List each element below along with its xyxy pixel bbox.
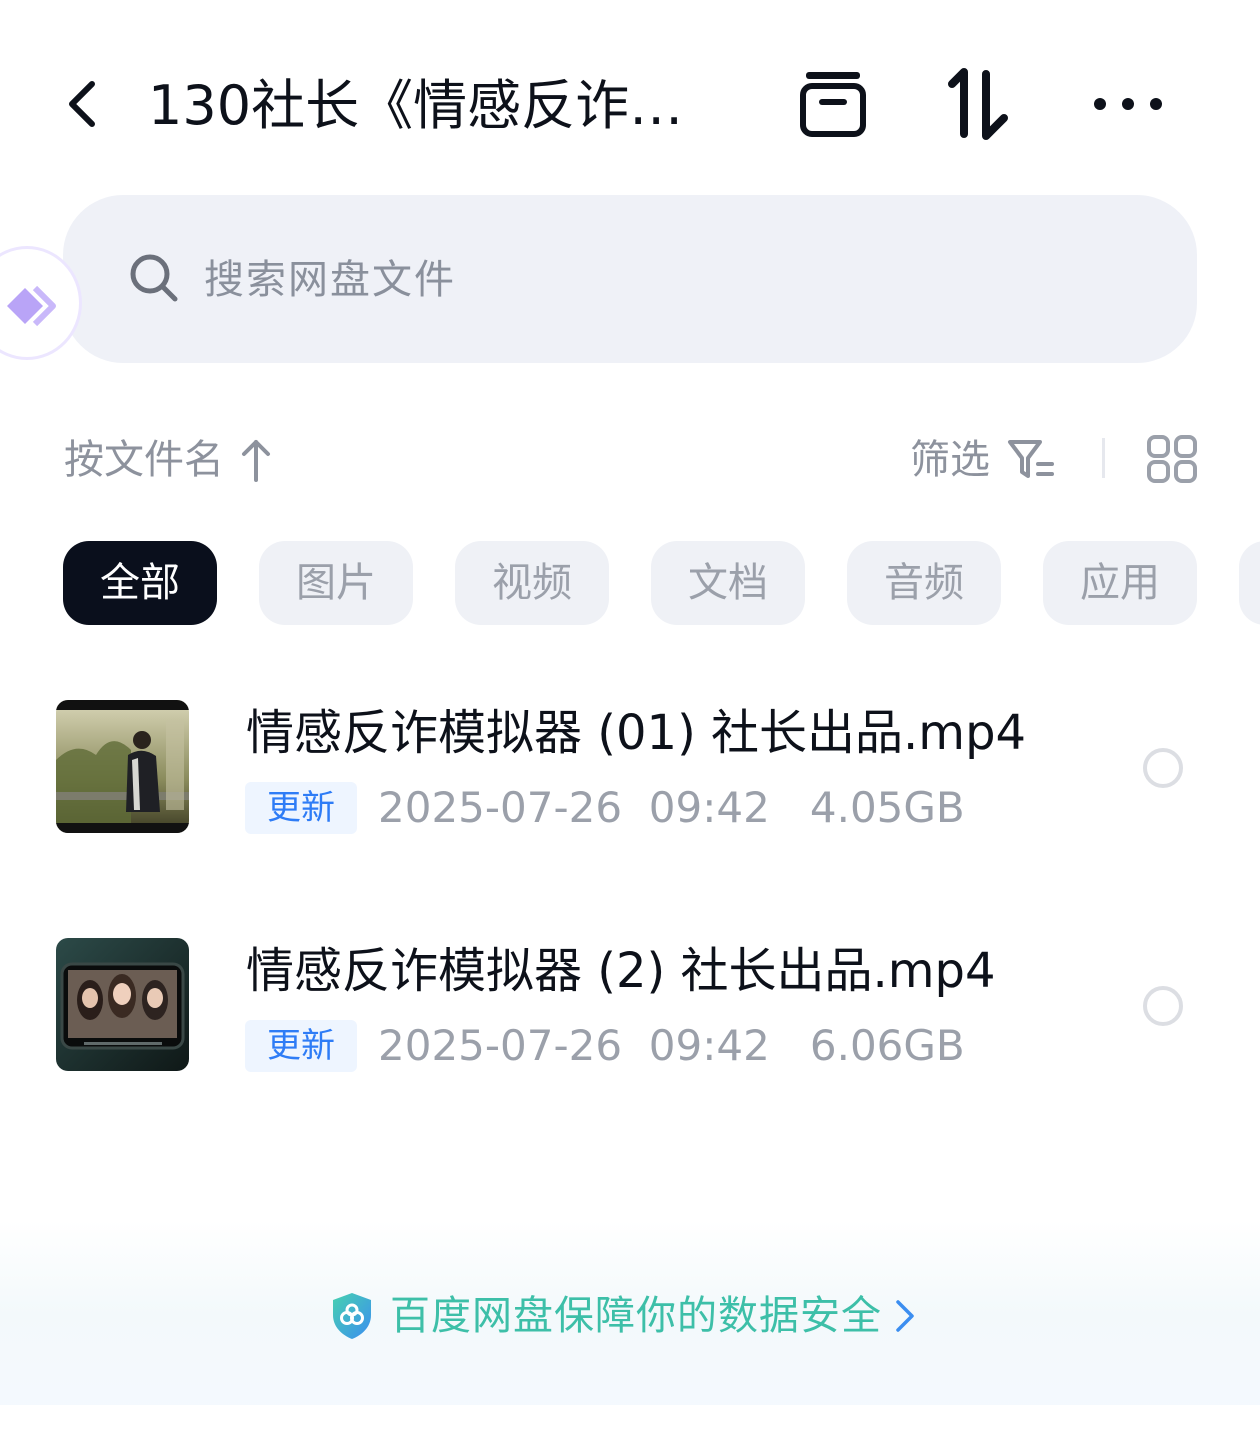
tab-audio[interactable]: 音频 (847, 541, 1001, 625)
archive-button[interactable] (798, 66, 868, 142)
chevron-right-icon (896, 1300, 914, 1332)
update-badge: 更新 (245, 1020, 357, 1072)
back-button[interactable] (56, 74, 112, 134)
tab-videos[interactable]: 视频 (455, 541, 609, 625)
tab-images[interactable]: 图片 (259, 541, 413, 625)
sort-toggle-icon (948, 68, 1008, 140)
tab-documents[interactable]: 文档 (651, 541, 805, 625)
filter-icon (1008, 440, 1054, 478)
search-input[interactable]: 搜索网盘文件 (204, 250, 456, 310)
update-badge: 更新 (245, 782, 357, 834)
chevron-left-icon (69, 81, 95, 127)
tab-more-partial[interactable] (1239, 541, 1260, 625)
security-info-link[interactable]: 百度网盘保障你的数据安全 (330, 1286, 916, 1346)
category-tabs: 全部 图片 视频 文档 音频 应用 (63, 541, 1260, 625)
sort-toggle-button[interactable] (946, 66, 1014, 142)
top-bar: 130社长《情感反诈… (0, 0, 1260, 200)
sort-by-name-button[interactable]: 按文件名 (64, 432, 224, 488)
select-checkbox[interactable] (1143, 986, 1183, 1026)
more-dots-icon (1094, 98, 1162, 110)
tab-apps[interactable]: 应用 (1043, 541, 1197, 625)
select-checkbox[interactable] (1143, 748, 1183, 788)
security-text: 百度网盘保障你的数据安全 (390, 1293, 882, 1339)
floating-assistant-icon (7, 285, 56, 327)
file-meta: 2025-07-26 09:42 6.06GB (378, 1021, 965, 1070)
filter-button[interactable]: 筛选 (910, 432, 990, 488)
archive-box-icon (800, 72, 866, 137)
file-row[interactable]: 情感反诈模拟器 (01) 社长出品.mp4 更新 2025-07-26 09:4… (0, 700, 1260, 840)
file-name: 情感反诈模拟器 (2) 社长出品.mp4 (246, 943, 996, 999)
search-icon (130, 254, 178, 302)
file-meta: 2025-07-26 09:42 4.05GB (378, 783, 965, 832)
tab-all[interactable]: 全部 (63, 541, 217, 625)
file-row[interactable]: 情感反诈模拟器 (2) 社长出品.mp4 更新 2025-07-26 09:42… (0, 938, 1260, 1078)
video-thumbnail (56, 938, 189, 1071)
footer-bottom-strip (0, 1405, 1260, 1430)
shield-icon (333, 1293, 371, 1339)
video-thumbnail (56, 700, 189, 833)
more-button[interactable] (1090, 66, 1166, 142)
grid-view-icon[interactable] (1146, 434, 1198, 484)
video-thumbnail-image (56, 700, 189, 833)
file-name: 情感反诈模拟器 (01) 社长出品.mp4 (246, 705, 1027, 761)
arrow-up-icon (242, 440, 270, 482)
page-title: 130社长《情感反诈… (148, 74, 684, 137)
toolbar-divider (1102, 438, 1105, 478)
video-thumbnail-image (56, 938, 189, 1071)
